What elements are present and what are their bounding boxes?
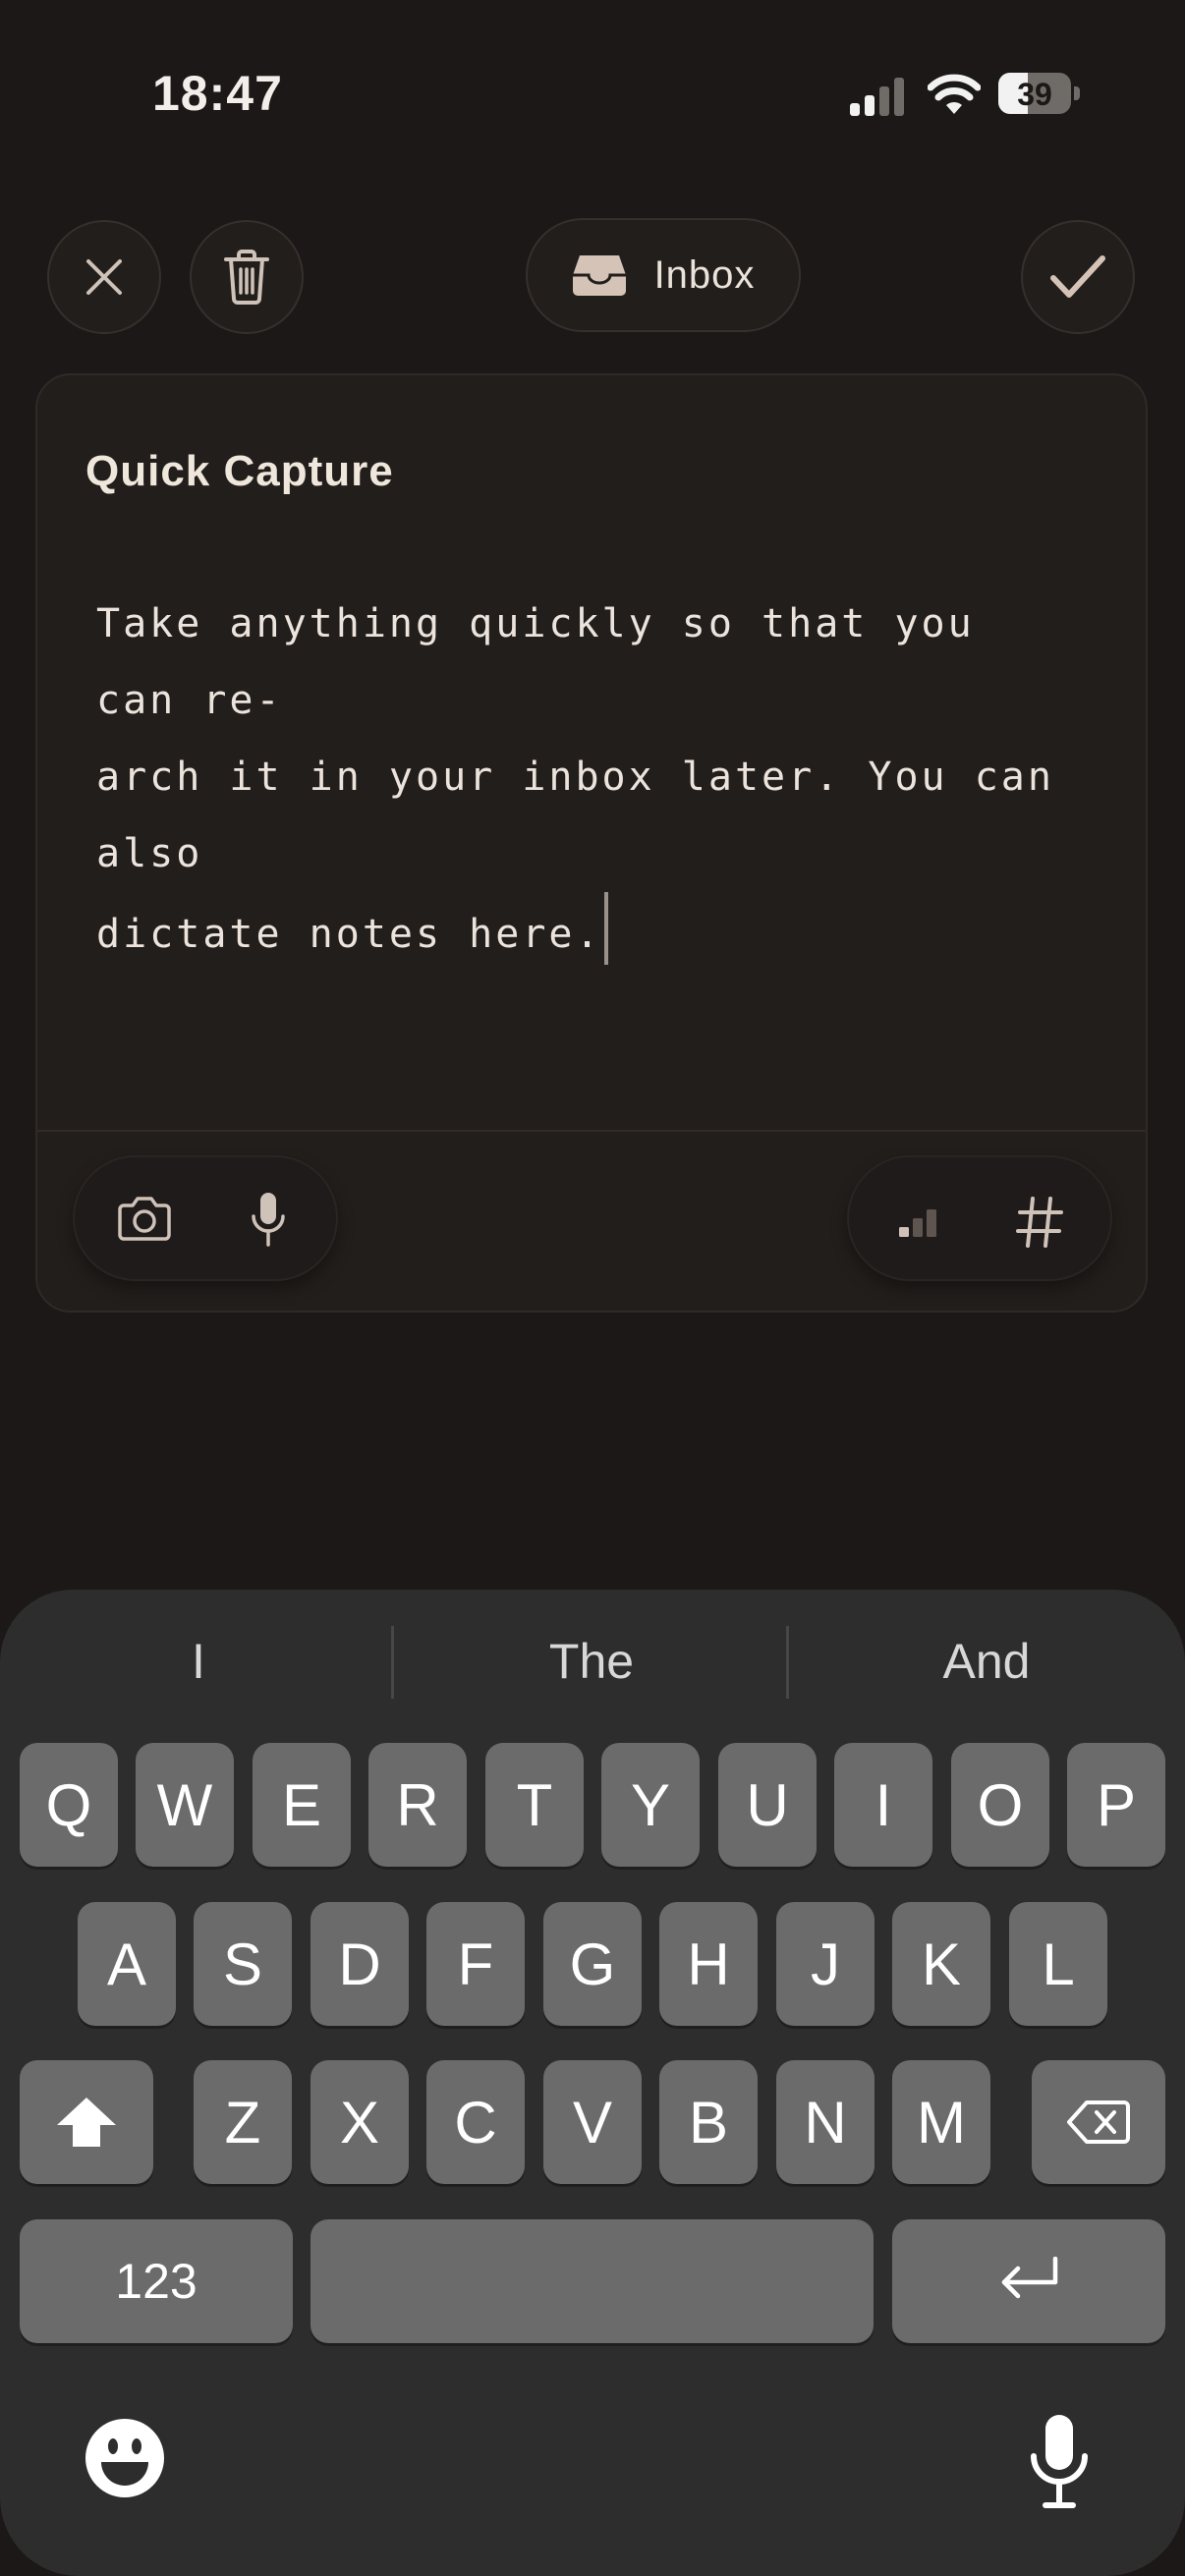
card-title: Quick Capture (85, 447, 394, 495)
shift-arrow-icon (57, 2098, 116, 2147)
destination-label: Inbox (653, 252, 756, 297)
shift-key[interactable] (20, 2060, 153, 2184)
battery-level: 39 (1017, 77, 1052, 112)
media-tools (73, 1155, 338, 1281)
delete-button[interactable] (190, 220, 304, 334)
backspace-icon (1067, 2100, 1130, 2144)
key-u[interactable]: U (718, 1743, 817, 1867)
key-g[interactable]: G (543, 1902, 642, 2026)
key-t[interactable]: T (485, 1743, 584, 1867)
suggestion-3[interactable]: And (791, 1633, 1182, 1690)
checkmark-icon (1050, 255, 1105, 298)
key-h[interactable]: H (659, 1902, 758, 2026)
suggestion-divider (786, 1626, 789, 1699)
return-icon (1001, 2257, 1058, 2299)
key-r[interactable]: R (368, 1743, 467, 1867)
key-b[interactable]: B (659, 2060, 758, 2184)
backspace-key[interactable] (1032, 2060, 1165, 2184)
key-s[interactable]: S (194, 1902, 292, 2026)
battery-icon: 39 (998, 73, 1081, 116)
key-z[interactable]: Z (194, 2060, 292, 2184)
microphone-icon[interactable] (250, 1191, 287, 1248)
close-icon (86, 259, 122, 295)
confirm-button[interactable] (1021, 220, 1135, 334)
hashtag-icon[interactable] (1016, 1197, 1063, 1248)
priority-icon[interactable] (898, 1206, 937, 1238)
key-f[interactable]: F (426, 1902, 525, 2026)
suggestion-1[interactable]: I (3, 1633, 394, 1690)
suggestion-divider (391, 1626, 394, 1699)
key-y[interactable]: Y (601, 1743, 700, 1867)
key-e[interactable]: E (253, 1743, 351, 1867)
key-n[interactable]: N (776, 2060, 875, 2184)
organize-tools (847, 1155, 1112, 1281)
camera-icon[interactable] (118, 1196, 171, 1241)
key-v[interactable]: V (543, 2060, 642, 2184)
key-p[interactable]: P (1067, 1743, 1165, 1867)
key-x[interactable]: X (310, 2060, 409, 2184)
key-k[interactable]: K (892, 1902, 990, 2026)
cellular-signal-icon (850, 78, 904, 116)
close-button[interactable] (47, 220, 161, 334)
suggestion-2[interactable]: The (396, 1633, 787, 1690)
key-w[interactable]: W (136, 1743, 234, 1867)
key-q[interactable]: Q (20, 1743, 118, 1867)
wifi-icon (928, 74, 981, 114)
key-a[interactable]: A (78, 1902, 176, 2026)
destination-selector[interactable]: Inbox (526, 218, 801, 332)
key-i[interactable]: I (834, 1743, 932, 1867)
note-text: Take anything quickly so that you can re… (96, 601, 1054, 957)
key-c[interactable]: C (426, 2060, 525, 2184)
key-d[interactable]: D (310, 1902, 409, 2026)
key-o[interactable]: O (951, 1743, 1049, 1867)
numbers-key[interactable]: 123 (20, 2219, 293, 2343)
return-key[interactable] (892, 2219, 1165, 2343)
trash-icon (224, 250, 269, 305)
key-m[interactable]: M (892, 2060, 990, 2184)
space-bar[interactable] (310, 2219, 874, 2343)
note-text-area[interactable]: Take anything quickly so that you can re… (96, 586, 1079, 973)
dictation-microphone-icon[interactable] (1028, 2413, 1091, 2509)
status-time: 18:47 (152, 66, 283, 121)
text-cursor (603, 892, 608, 965)
key-l[interactable]: L (1009, 1902, 1107, 2026)
key-j[interactable]: J (776, 1902, 875, 2026)
card-divider (37, 1130, 1146, 1132)
emoji-icon[interactable] (85, 2418, 165, 2498)
inbox-tray-icon (572, 255, 626, 296)
